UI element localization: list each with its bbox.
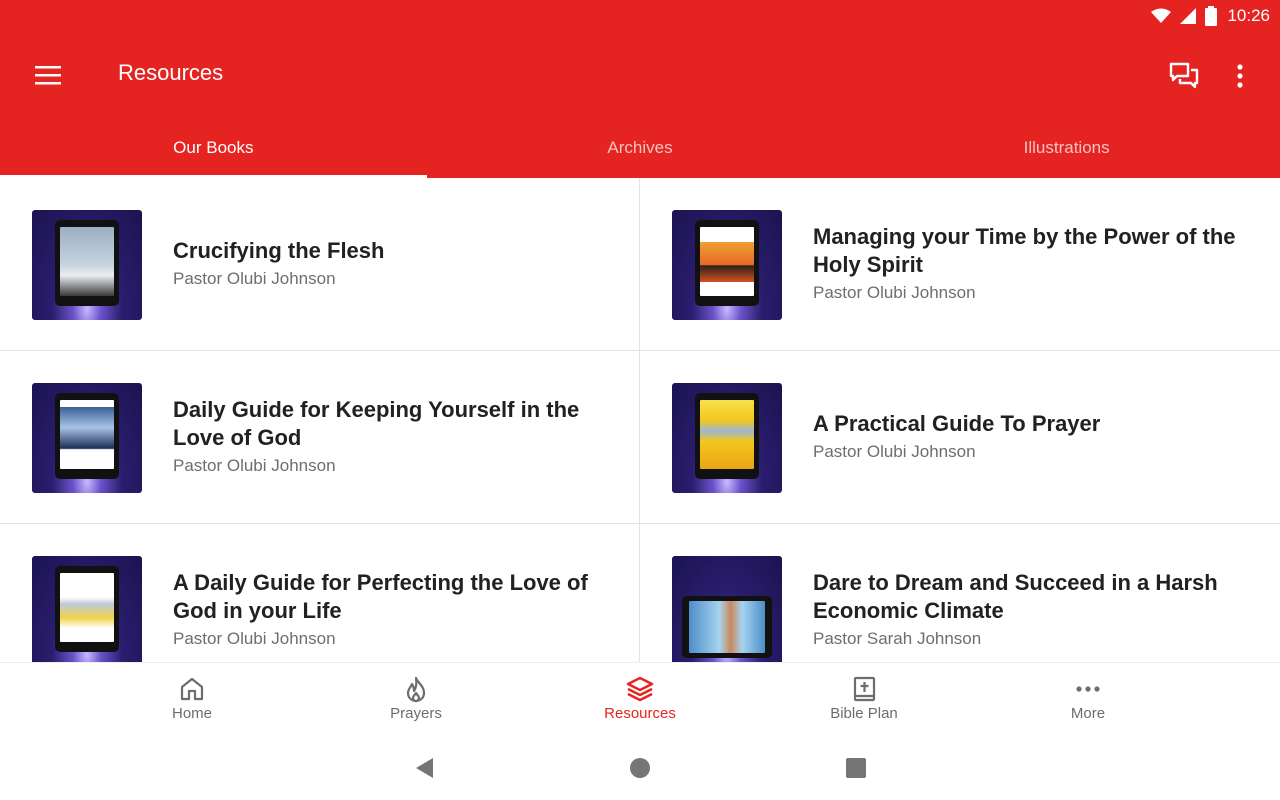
more-options-button[interactable] <box>1220 54 1260 98</box>
book-list: Crucifying the Flesh Pastor Olubi Johnso… <box>0 178 1280 662</box>
more-horiz-icon <box>1076 686 1100 692</box>
signal-icon <box>1180 8 1197 24</box>
wifi-icon <box>1151 8 1172 23</box>
nav-more[interactable]: More <box>976 663 1200 736</box>
nav-home[interactable]: Home <box>80 663 304 736</box>
status-icons: 10:26 <box>1151 5 1270 27</box>
back-icon <box>416 758 433 778</box>
book-author: Pastor Olubi Johnson <box>173 456 336 475</box>
book-cover-thumbnail <box>672 383 782 493</box>
book-author: Pastor Olubi Johnson <box>813 442 976 461</box>
status-time: 10:26 <box>1227 6 1270 25</box>
layers-icon <box>626 676 654 702</box>
system-home-button[interactable] <box>626 754 654 782</box>
nav-label: Prayers <box>390 705 442 722</box>
book-author: Pastor Sarah Johnson <box>813 629 982 648</box>
book-cover-thumbnail <box>672 210 782 320</box>
status-bar: 10:26 <box>0 0 1280 32</box>
app-bar: Resources <box>0 32 1280 118</box>
flame-icon <box>406 676 426 703</box>
recents-icon <box>846 758 866 778</box>
nav-bible-plan[interactable]: Bible Plan <box>752 663 976 736</box>
book-title: Daily Guide for Keeping Yourself in the … <box>173 397 580 450</box>
book-cover-thumbnail <box>32 210 142 320</box>
book-card[interactable]: Managing your Time by the Power of the H… <box>640 178 1280 351</box>
book-card[interactable]: A Daily Guide for Perfecting the Love of… <box>0 524 640 662</box>
book-title: Managing your Time by the Power of the H… <box>813 224 1236 277</box>
book-cover-thumbnail <box>32 383 142 493</box>
menu-button[interactable] <box>24 54 72 96</box>
nav-prayers[interactable]: Prayers <box>304 663 528 736</box>
tab-illustrations[interactable]: Illustrations <box>853 118 1280 178</box>
book-card[interactable]: Daily Guide for Keeping Yourself in the … <box>0 351 640 524</box>
book-author: Pastor Olubi Johnson <box>173 629 336 648</box>
book-cover-thumbnail <box>32 556 142 662</box>
book-title: Dare to Dream and Succeed in a Harsh Eco… <box>813 570 1218 623</box>
tab-our-books[interactable]: Our Books <box>0 118 427 178</box>
menu-icon <box>35 66 61 85</box>
chat-icon <box>1169 62 1199 89</box>
home-icon <box>180 677 204 701</box>
nav-label: Bible Plan <box>830 705 898 722</box>
book-author: Pastor Olubi Johnson <box>173 269 336 288</box>
nav-resources[interactable]: Resources <box>528 663 752 736</box>
home-circle-icon <box>630 758 650 778</box>
chat-button[interactable] <box>1162 54 1206 98</box>
system-navigation-bar <box>0 736 1280 800</box>
system-back-button[interactable] <box>410 754 438 782</box>
book-card[interactable]: A Practical Guide To Prayer Pastor Olubi… <box>640 351 1280 524</box>
battery-icon <box>1205 6 1218 26</box>
book-card[interactable]: Dare to Dream and Succeed in a Harsh Eco… <box>640 524 1280 662</box>
book-author: Pastor Olubi Johnson <box>813 283 976 302</box>
tab-bar: Our Books Archives Illustrations <box>0 118 1280 178</box>
book-title: A Practical Guide To Prayer <box>813 411 1101 436</box>
bottom-navigation: Home Prayers Resources Bible Plan More <box>0 662 1280 736</box>
tab-archives[interactable]: Archives <box>427 118 854 178</box>
page-title: Resources <box>118 60 224 85</box>
bible-icon <box>853 676 876 702</box>
nav-label: Home <box>171 705 212 722</box>
book-cover-thumbnail <box>672 556 782 662</box>
book-title: Crucifying the Flesh <box>173 238 385 263</box>
book-card[interactable]: Crucifying the Flesh Pastor Olubi Johnso… <box>0 178 640 351</box>
book-title: A Daily Guide for Perfecting the Love of… <box>173 570 588 623</box>
nav-label: Resources <box>604 705 676 722</box>
system-recents-button[interactable] <box>842 754 870 782</box>
more-vert-icon <box>1237 64 1243 88</box>
nav-label: More <box>1070 705 1106 722</box>
